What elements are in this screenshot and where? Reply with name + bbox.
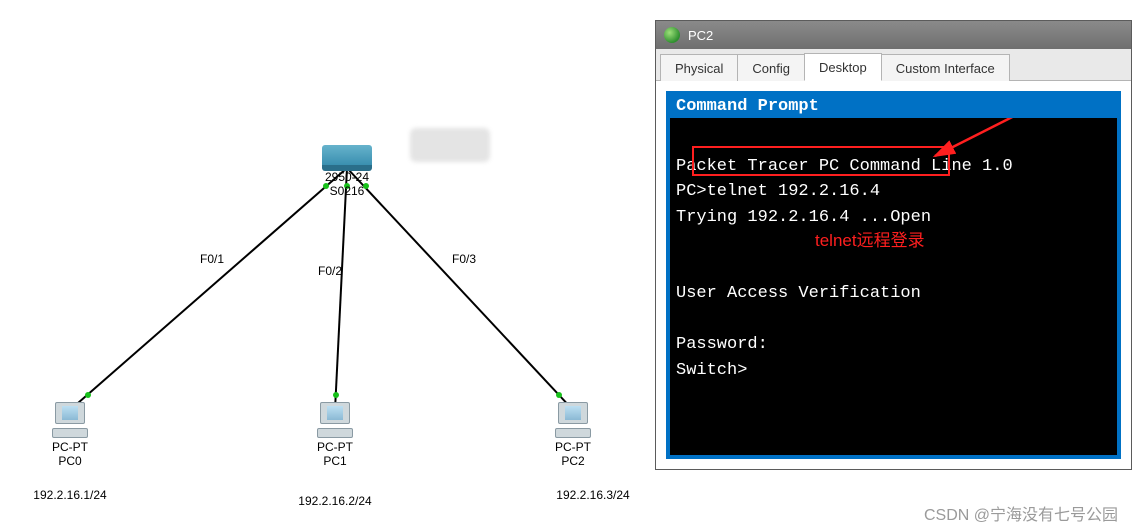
pc0-ip-label: 192.2.16.1/24 (33, 488, 106, 502)
pc2-window: PC2 Physical Config Desktop Custom Inter… (655, 20, 1132, 470)
annotation-highlight-box (692, 146, 950, 176)
tab-desktop[interactable]: Desktop (804, 53, 882, 81)
switch-device[interactable] (322, 145, 372, 165)
pc1-ip-label: 192.2.16.2/24 (298, 494, 371, 508)
cmd-line: User Access Verification (676, 284, 921, 303)
command-prompt-panel: Command Prompt Packet Tracer PC Command … (666, 91, 1121, 459)
switch-model-label: 2950-24 (325, 170, 369, 184)
pc1-name-label: PC1 (323, 454, 346, 468)
blurred-region (410, 128, 490, 162)
annotation-text: telnet远程登录 (815, 228, 925, 254)
link-status-dot (556, 392, 562, 398)
tab-physical[interactable]: Physical (660, 54, 738, 81)
command-prompt-terminal[interactable]: Packet Tracer PC Command Line 1.0 PC>tel… (670, 118, 1117, 455)
cmd-line: Switch> (676, 361, 747, 380)
command-prompt-title: Command Prompt (670, 95, 1117, 118)
pc0-type-label: PC-PT (52, 440, 88, 454)
watermark: CSDN @宁海没有七号公园 (924, 501, 1118, 525)
tab-body: Command Prompt Packet Tracer PC Command … (656, 81, 1131, 469)
pc0-name-label: PC0 (58, 454, 81, 468)
network-topology-canvas[interactable]: 2950-24 S0216 F0/1 F0/2 F0/3 PC-PT PC0 1… (0, 0, 655, 531)
tab-strip: Physical Config Desktop Custom Interface (656, 49, 1131, 81)
pc0-device[interactable] (52, 402, 88, 438)
link-label-f03: F0/3 (452, 252, 476, 266)
pc2-name-label: PC2 (561, 454, 584, 468)
pc1-device[interactable] (317, 402, 353, 438)
app-icon (664, 27, 680, 43)
cmd-line: PC>telnet 192.2.16.4 (676, 182, 880, 201)
cmd-line: Trying 192.2.16.4 ...Open (676, 208, 931, 227)
link-status-dot (333, 392, 339, 398)
link-label-f01: F0/1 (200, 252, 224, 266)
window-titlebar[interactable]: PC2 (656, 21, 1131, 49)
link-status-dot (85, 392, 91, 398)
pc2-device[interactable] (555, 402, 591, 438)
switch-hostname-label: S0216 (330, 184, 365, 198)
pc2-type-label: PC-PT (555, 440, 591, 454)
tab-custom-interface[interactable]: Custom Interface (881, 54, 1010, 81)
tab-config[interactable]: Config (737, 54, 805, 81)
cmd-line: Password: (676, 335, 768, 354)
window-title: PC2 (688, 28, 713, 43)
pc2-ip-label: 192.2.16.3/24 (556, 488, 629, 502)
link-label-f02: F0/2 (318, 264, 342, 278)
pc1-type-label: PC-PT (317, 440, 353, 454)
